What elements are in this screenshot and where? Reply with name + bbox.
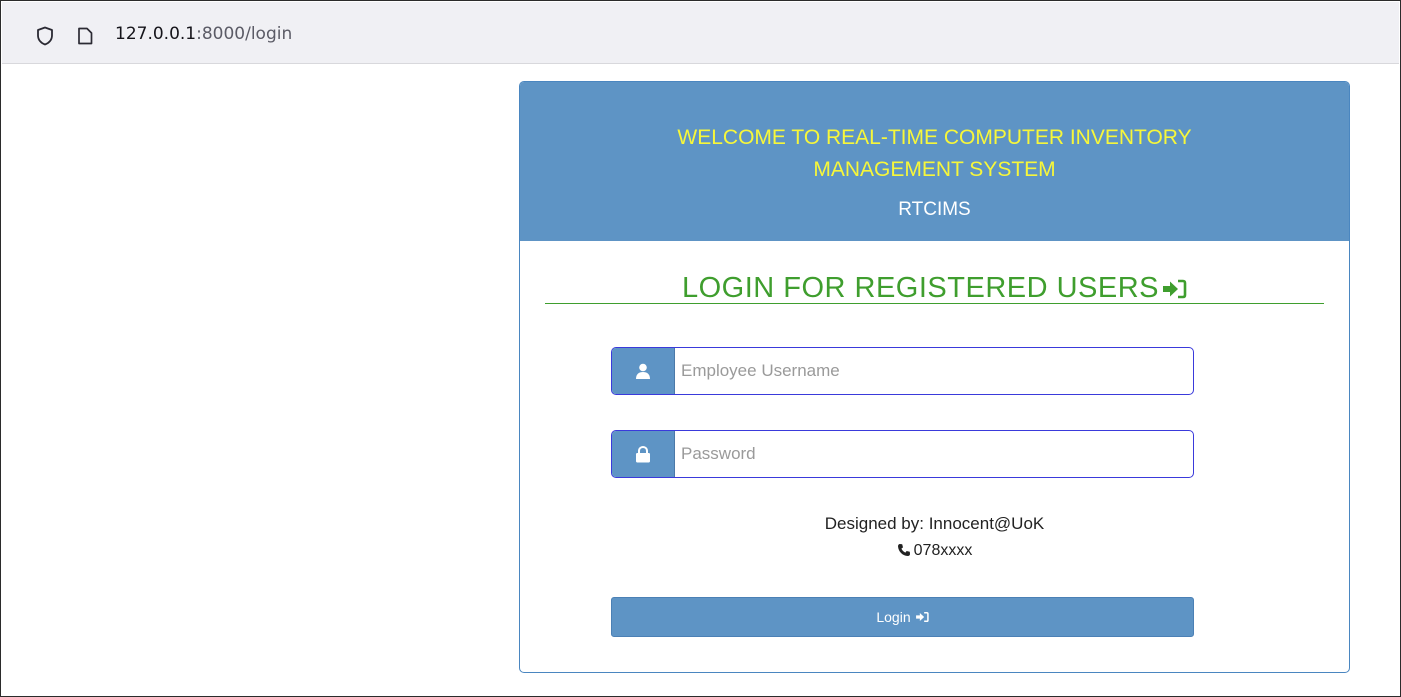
password-input[interactable] bbox=[676, 431, 1193, 477]
login-button[interactable]: Login bbox=[611, 597, 1194, 637]
welcome-line-1: WELCOME TO REAL-TIME COMPUTER INVENTORY bbox=[677, 126, 1192, 149]
password-addon bbox=[612, 431, 675, 477]
phone-icon bbox=[897, 544, 910, 556]
login-title-text: LOGIN FOR REGISTERED USERS bbox=[681, 272, 1160, 304]
phone-number: 078xxxx bbox=[913, 542, 973, 559]
url-path: :8000/login bbox=[196, 24, 293, 44]
sign-in-icon bbox=[1163, 280, 1187, 299]
browser-window: 127.0.0.1:8000/login WELCOME TO REAL-TIM… bbox=[0, 0, 1401, 697]
designed-by: Designed by: Innocent@UoK bbox=[824, 514, 1045, 533]
url-host: 127.0.0.1 bbox=[115, 24, 197, 44]
page-icon bbox=[78, 27, 93, 45]
username-input[interactable] bbox=[676, 348, 1193, 394]
address-bar[interactable]: 127.0.0.1:8000/login bbox=[2, 2, 1399, 64]
url-text[interactable]: 127.0.0.1:8000/login bbox=[115, 24, 292, 44]
sign-in-icon bbox=[915, 611, 929, 623]
card-header: WELCOME TO REAL-TIME COMPUTER INVENTORY … bbox=[520, 82, 1349, 241]
phone-contact: 078xxxx bbox=[520, 542, 1349, 560]
login-title: LOGIN FOR REGISTERED USERS bbox=[520, 272, 1349, 305]
username-group bbox=[611, 347, 1194, 395]
user-icon bbox=[636, 363, 650, 379]
login-button-label: Login bbox=[876, 609, 911, 625]
welcome-line-2: MANAGEMENT SYSTEM bbox=[813, 158, 1056, 181]
welcome-heading: WELCOME TO REAL-TIME COMPUTER INVENTORY … bbox=[520, 122, 1349, 186]
title-divider bbox=[545, 303, 1324, 304]
lock-icon bbox=[636, 445, 650, 462]
password-group bbox=[611, 430, 1194, 478]
username-addon bbox=[612, 348, 675, 394]
system-abbreviation: RTCIMS bbox=[898, 199, 971, 220]
shield-icon[interactable] bbox=[36, 26, 54, 46]
login-card: WELCOME TO REAL-TIME COMPUTER INVENTORY … bbox=[519, 81, 1350, 673]
